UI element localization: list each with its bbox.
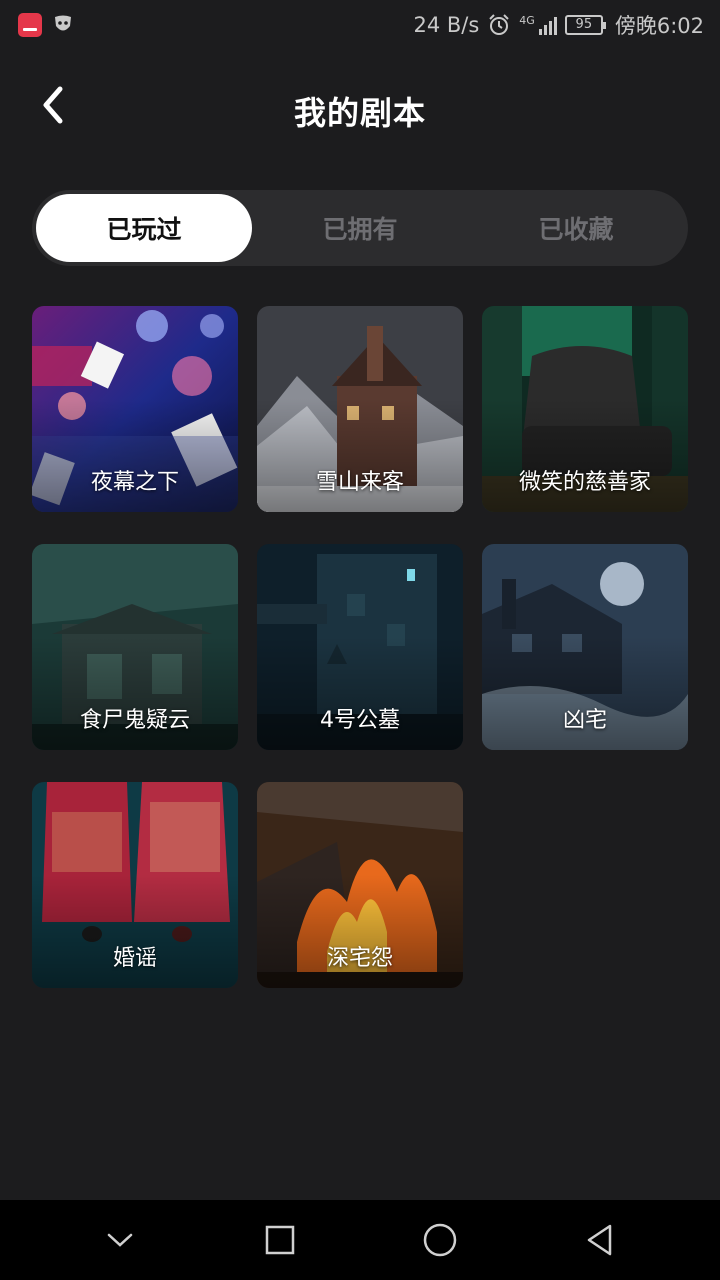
card-title: 雪山来客 bbox=[315, 470, 404, 495]
status-bar: 24 B/s 4G 95 傍晚6:02 bbox=[0, 0, 720, 50]
script-card[interactable]: 4号公墓 bbox=[257, 544, 463, 750]
status-time: 傍晚6:02 bbox=[614, 14, 704, 38]
script-card[interactable]: 婚谣 bbox=[32, 782, 238, 988]
script-card[interactable]: 凶宅 bbox=[482, 544, 688, 750]
nav-home-button[interactable] bbox=[410, 1210, 470, 1270]
square-icon bbox=[265, 1225, 295, 1255]
nav-back-button[interactable] bbox=[570, 1210, 630, 1270]
battery-icon: 95 bbox=[564, 15, 606, 35]
navigation-bar bbox=[0, 1200, 720, 1280]
nav-recents-button[interactable] bbox=[250, 1210, 310, 1270]
script-card[interactable]: 深宅怨 bbox=[257, 782, 463, 988]
tab-favorited[interactable]: 已收藏 bbox=[468, 194, 684, 262]
card-title: 深宅怨 bbox=[326, 946, 393, 971]
card-title: 食尸鬼疑云 bbox=[79, 708, 190, 733]
script-card[interactable]: 夜幕之下 bbox=[32, 306, 238, 512]
alarm-icon bbox=[489, 14, 510, 35]
tab-owned[interactable]: 已拥有 bbox=[252, 194, 468, 262]
signal-icon bbox=[538, 15, 557, 35]
script-grid: 夜幕之下 雪山来客 微笑的慈善家 食尸鬼疑云 4号公墓 凶宅 婚谣 深宅怨 bbox=[32, 306, 688, 988]
triangle-back-icon bbox=[587, 1224, 612, 1256]
circle-icon bbox=[423, 1223, 457, 1257]
network-type: 4G bbox=[519, 13, 535, 27]
card-title: 4号公墓 bbox=[320, 708, 400, 733]
card-title: 婚谣 bbox=[112, 946, 157, 971]
status-left bbox=[18, 13, 72, 37]
header: 我的剧本 bbox=[0, 70, 720, 142]
status-right: 24 B/s 4G 95 傍晚6:02 bbox=[413, 10, 704, 40]
mask-icon bbox=[55, 15, 71, 31]
script-card[interactable]: 雪山来客 bbox=[257, 306, 463, 512]
script-card[interactable]: 微笑的慈善家 bbox=[482, 306, 688, 512]
script-card[interactable]: 食尸鬼疑云 bbox=[32, 544, 238, 750]
nav-hide-button[interactable] bbox=[90, 1210, 150, 1270]
card-title: 微笑的慈善家 bbox=[518, 470, 651, 495]
card-title: 夜幕之下 bbox=[90, 470, 179, 495]
page-title: 我的剧本 bbox=[293, 94, 426, 132]
screen: 24 B/s 4G 95 傍晚6:02 我的剧本 已玩过 已拥有 已收藏 夜幕之… bbox=[0, 0, 720, 1280]
card-title: 凶宅 bbox=[562, 708, 607, 733]
tab-bar: 已玩过 已拥有 已收藏 bbox=[32, 190, 688, 266]
chevron-down-icon bbox=[107, 1233, 133, 1247]
tab-played[interactable]: 已玩过 bbox=[36, 194, 252, 262]
network-speed: 24 B/s bbox=[413, 13, 480, 37]
huawei-appgallery-icon bbox=[18, 13, 42, 37]
